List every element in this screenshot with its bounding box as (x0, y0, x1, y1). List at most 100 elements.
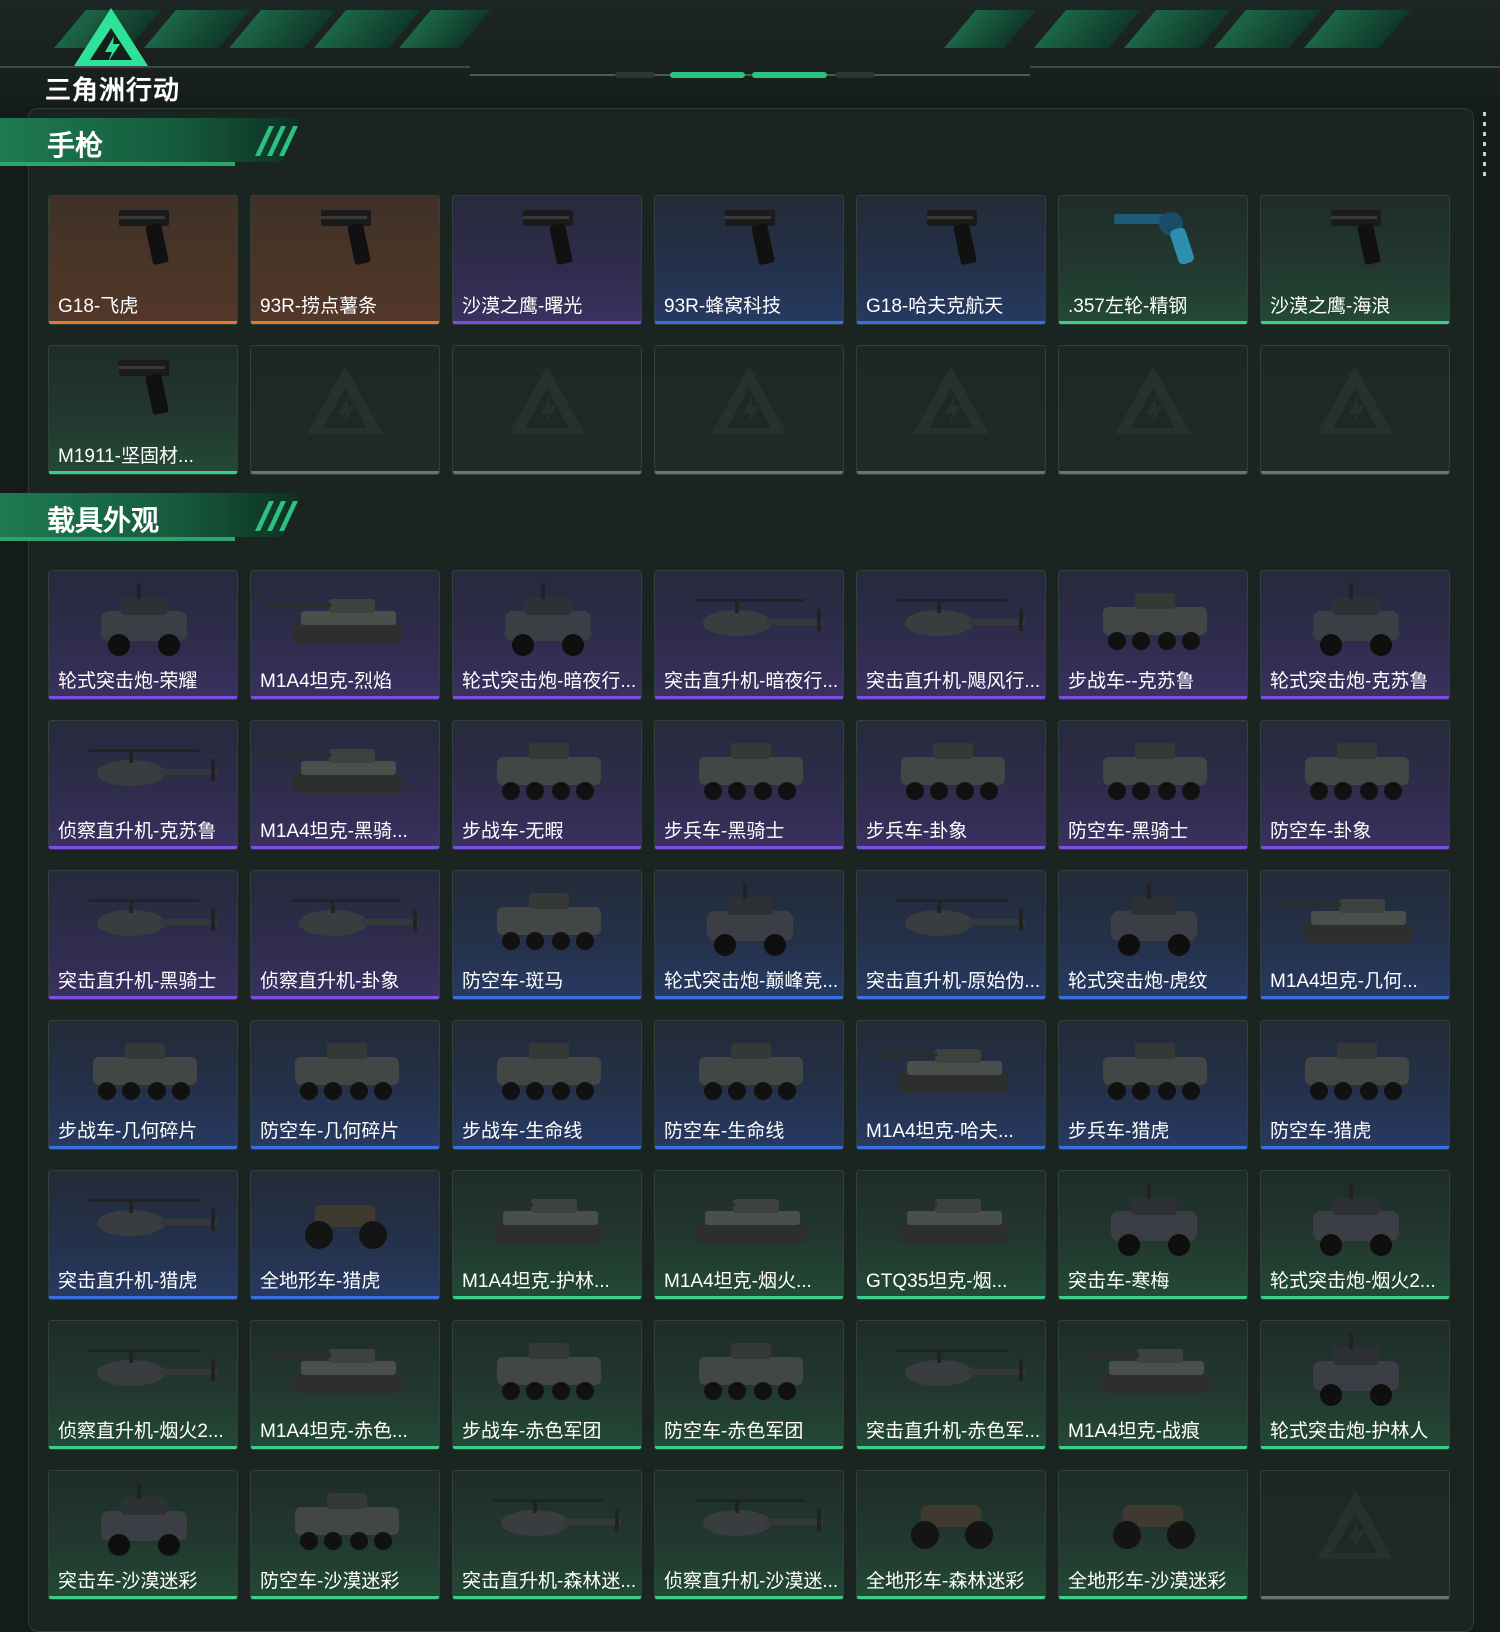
item-card[interactable]: 沙漠之鹰-曙光 (452, 195, 642, 325)
item-card[interactable]: 防空车-黑骑士 (1058, 720, 1248, 850)
item-card[interactable]: 防空车-猎虎 (1260, 1020, 1450, 1150)
scroll-indicator[interactable] (1483, 112, 1486, 178)
item-card[interactable]: 全地形车-猎虎 (250, 1170, 440, 1300)
item-card[interactable]: 步战车--克苏鲁 (1058, 570, 1248, 700)
item-image (699, 743, 803, 800)
item-image (101, 583, 187, 656)
item-name: G18-哈夫克航天 (866, 296, 1004, 317)
item-card[interactable]: 侦察直升机-沙漠迷... (654, 1470, 844, 1600)
item-card[interactable]: 93R-捞点薯条 (250, 195, 440, 325)
rarity-bar (453, 696, 641, 699)
item-card[interactable]: 93R-蜂窝科技 (654, 195, 844, 325)
rarity-bar (1059, 1596, 1247, 1599)
item-name: 全地形车-猎虎 (260, 1271, 381, 1292)
item-card[interactable]: 步兵车-猎虎 (1058, 1020, 1248, 1150)
logo-text: 三角洲行动 (45, 75, 181, 105)
item-card[interactable]: 侦察直升机-烟火2... (48, 1320, 238, 1450)
item-card[interactable]: G18-哈夫克航天 (856, 195, 1046, 325)
item-card[interactable]: 轮式突击炮-克苏鲁 (1260, 570, 1450, 700)
rarity-bar (1059, 996, 1247, 999)
rarity-bar (251, 846, 439, 849)
item-card[interactable]: M1A4坦克-烈焰 (250, 570, 440, 700)
section-header: 手枪 (0, 118, 330, 170)
item-name: 突击直升机-猎虎 (58, 1271, 198, 1292)
item-name: 防空车-猎虎 (1270, 1121, 1372, 1142)
item-card[interactable]: 全地形车-森林迷彩 (856, 1470, 1046, 1600)
item-card[interactable]: 防空车-赤色军团 (654, 1320, 844, 1450)
item-card[interactable]: 全地形车-沙漠迷彩 (1058, 1470, 1248, 1600)
item-image (1103, 1043, 1207, 1100)
item-card[interactable]: M1911-坚固材... (48, 345, 238, 475)
item-card[interactable]: 侦察直升机-克苏鲁 (48, 720, 238, 850)
item-card[interactable]: 步兵车-卦象 (856, 720, 1046, 850)
rarity-bar (1261, 1296, 1449, 1299)
item-card[interactable]: 步战车-生命线 (452, 1020, 642, 1150)
item-card[interactable]: M1A4坦克-哈夫... (856, 1020, 1046, 1150)
rarity-bar (453, 1596, 641, 1599)
item-card[interactable]: 步战车-赤色军团 (452, 1320, 642, 1450)
item-card[interactable]: 轮式突击炮-荣耀 (48, 570, 238, 700)
rarity-bar (251, 696, 439, 699)
item-card[interactable]: M1A4坦克-护林... (452, 1170, 642, 1300)
item-card[interactable]: 步战车-无暇 (452, 720, 642, 850)
item-card[interactable]: G18-飞虎 (48, 195, 238, 325)
item-card[interactable]: 突击直升机-飓风行... (856, 570, 1046, 700)
rarity-bar (453, 471, 641, 474)
empty-slot (1260, 1470, 1450, 1600)
item-card[interactable]: 步兵车-黑骑士 (654, 720, 844, 850)
item-card[interactable]: 轮式突击炮-暗夜行... (452, 570, 642, 700)
item-image (119, 210, 169, 265)
item-card[interactable]: .357左轮-精钢 (1058, 195, 1248, 325)
item-image (295, 1493, 399, 1550)
rarity-bar (251, 996, 439, 999)
item-name: 防空车-黑骑士 (1068, 821, 1189, 842)
item-card[interactable]: 防空车-几何碎片 (250, 1020, 440, 1150)
item-card[interactable]: M1A4坦克-战痕 (1058, 1320, 1248, 1450)
item-image (89, 899, 217, 936)
item-card[interactable]: 突击直升机-赤色军... (856, 1320, 1046, 1450)
rarity-bar (49, 471, 237, 474)
item-card[interactable]: 突击直升机-暗夜行... (654, 570, 844, 700)
item-card[interactable]: 突击直升机-森林迷... (452, 1470, 642, 1600)
item-name: GTQ35坦克-烟... (866, 1271, 1008, 1292)
item-name: 侦察直升机-卦象 (260, 971, 400, 992)
item-card[interactable]: 侦察直升机-卦象 (250, 870, 440, 1000)
item-card[interactable]: 轮式突击炮-烟火2... (1260, 1170, 1450, 1300)
item-card[interactable]: 突击直升机-原始伪... (856, 870, 1046, 1000)
item-name: 轮式突击炮-荣耀 (58, 671, 198, 692)
item-card[interactable]: 防空车-生命线 (654, 1020, 844, 1150)
placeholder-logo-icon (1317, 366, 1393, 434)
item-card[interactable]: 突击直升机-黑骑士 (48, 870, 238, 1000)
section-title: 载具外观 (47, 505, 160, 536)
rarity-bar (857, 1596, 1045, 1599)
item-card[interactable]: M1A4坦克-烟火... (654, 1170, 844, 1300)
item-image (1073, 1349, 1211, 1393)
item-card[interactable]: 突击车-寒梅 (1058, 1170, 1248, 1300)
rarity-bar (1261, 1596, 1449, 1599)
item-card[interactable]: 轮式突击炮-护林人 (1260, 1320, 1450, 1450)
item-card[interactable]: 轮式突击炮-虎纹 (1058, 870, 1248, 1000)
rarity-bar (251, 1296, 439, 1299)
item-card[interactable]: 步战车-几何碎片 (48, 1020, 238, 1150)
item-card[interactable]: 突击直升机-猎虎 (48, 1170, 238, 1300)
item-image (1305, 1043, 1409, 1100)
item-card[interactable]: 防空车-沙漠迷彩 (250, 1470, 440, 1600)
item-card[interactable]: M1A4坦克-黑骑... (250, 720, 440, 850)
item-image (1313, 583, 1399, 656)
item-card[interactable]: M1A4坦克-几何... (1260, 870, 1450, 1000)
rarity-bar (49, 1296, 237, 1299)
item-card[interactable]: M1A4坦克-赤色... (250, 1320, 440, 1450)
rarity-bar (453, 996, 641, 999)
item-image (1113, 1505, 1195, 1549)
item-card[interactable]: 防空车-斑马 (452, 870, 642, 1000)
item-card[interactable]: GTQ35坦克-烟... (856, 1170, 1046, 1300)
item-image (265, 599, 403, 643)
item-card[interactable]: 防空车-卦象 (1260, 720, 1450, 850)
rarity-bar (251, 1146, 439, 1149)
item-card[interactable]: 轮式突击炮-巅峰竞... (654, 870, 844, 1000)
item-card[interactable]: 突击车-沙漠迷彩 (48, 1470, 238, 1600)
rarity-bar (453, 1146, 641, 1149)
item-name: M1A4坦克-哈夫... (866, 1121, 1014, 1142)
item-card[interactable]: 沙漠之鹰-海浪 (1260, 195, 1450, 325)
item-image (265, 1349, 403, 1393)
